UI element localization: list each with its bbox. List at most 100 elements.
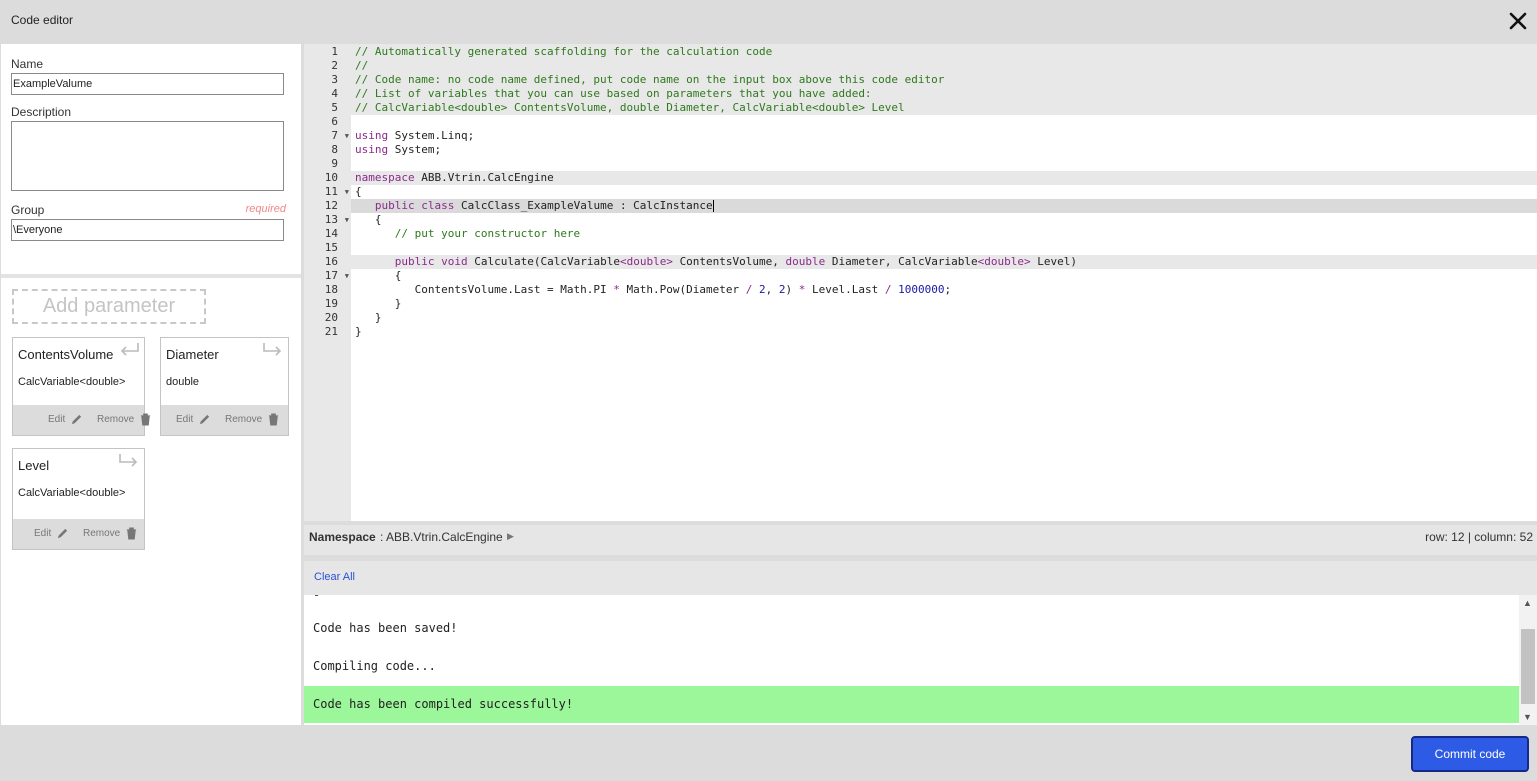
- code-line: using System;: [355, 143, 442, 156]
- commit-code-button[interactable]: Commit code: [1411, 736, 1529, 772]
- description-label: Description: [11, 105, 72, 119]
- output-message: -: [313, 595, 321, 602]
- line-number: 2: [331, 59, 338, 72]
- line-number: 5: [331, 101, 338, 114]
- code-line: //: [355, 59, 369, 72]
- fold-arrow-icon[interactable]: ▼: [345, 185, 349, 199]
- fold-arrow-icon[interactable]: ▼: [345, 269, 349, 283]
- scrollbar-thumb[interactable]: [1521, 629, 1535, 704]
- code-line: using System.Linq;: [355, 129, 475, 142]
- code-line: }: [355, 325, 362, 338]
- code-line: // List of variables that you can use ba…: [355, 87, 872, 100]
- line-number: 8: [331, 143, 338, 156]
- group-input[interactable]: [11, 219, 284, 241]
- editor-status-bar: Namespace : ABB.Vtrin.CalcEngine ▶ row: …: [304, 525, 1537, 555]
- code-line: public class CalcClass_ExampleValume : C…: [374, 199, 714, 212]
- output-scrollbar[interactable]: ▲ ▼: [1519, 595, 1537, 725]
- add-parameter-button[interactable]: Add parameter: [12, 289, 206, 324]
- code-editor[interactable]: 1 2 3 4 5 6 7 ▼ 8 9 10 11 ▼ 12 13 ▼ 14 15 1…: [304, 44, 1537, 521]
- trash-icon: [127, 527, 137, 540]
- clear-all-link[interactable]: Clear All: [314, 571, 355, 583]
- code-text-area[interactable]: // Automatically generated scaffolding f…: [351, 44, 1537, 521]
- dialog-title: Code editor: [11, 13, 74, 27]
- output-toolbar: Clear All: [304, 561, 1537, 595]
- success-message: Code has been compiled successfully!: [304, 686, 1519, 723]
- parameter-name: Level: [18, 458, 50, 473]
- parameter-card-level: Level CalcVariable<double> Edit Remove: [12, 448, 145, 550]
- code-line: }: [374, 311, 382, 324]
- pencil-icon: [200, 414, 210, 425]
- parameter-type: CalcVariable<double>: [18, 487, 126, 499]
- line-number: 15: [324, 241, 338, 254]
- chevron-right-icon[interactable]: ▶: [507, 531, 514, 542]
- code-line: // Code name: no code name defined, put …: [355, 73, 945, 86]
- text-cursor: [712, 200, 714, 212]
- code-line: // Automatically generated scaffolding f…: [355, 45, 773, 58]
- cursor-position: row: 12 | column: 52: [1425, 530, 1533, 544]
- remove-button[interactable]: Remove: [97, 413, 152, 426]
- line-number: 6: [331, 115, 338, 128]
- output-message: Code has been saved!: [313, 621, 458, 635]
- output-arrow-icon: [120, 343, 139, 356]
- parameter-actions: Edit Remove: [161, 405, 288, 435]
- trash-icon: [141, 413, 151, 426]
- code-line: {: [394, 269, 402, 282]
- description-textarea[interactable]: [11, 121, 284, 191]
- pencil-icon: [58, 528, 68, 539]
- code-line: {: [374, 213, 382, 226]
- code-line: // put your constructor here: [394, 227, 581, 240]
- line-number: 19: [324, 297, 338, 310]
- remove-label: Remove: [97, 414, 135, 425]
- remove-button[interactable]: Remove: [83, 527, 138, 540]
- scroll-down-icon[interactable]: ▼: [1523, 712, 1532, 722]
- edit-button[interactable]: Edit: [34, 527, 69, 540]
- parameter-actions: Edit Remove: [13, 405, 151, 435]
- code-line: public void Calculate(CalcVariable<doubl…: [394, 255, 1077, 268]
- name-input[interactable]: [11, 73, 284, 95]
- remove-button[interactable]: Remove: [225, 413, 280, 426]
- properties-panel: Name Description Group required Add para…: [1, 44, 301, 725]
- line-number: 20: [324, 311, 338, 324]
- parameter-name: Diameter: [166, 347, 219, 362]
- line-number: 10: [324, 171, 338, 184]
- namespace-value: : ABB.Vtrin.CalcEngine: [380, 530, 503, 544]
- line-number: 11 ▼: [324, 185, 349, 199]
- code-line: ContentsVolume.Last = Math.PI * Math.Pow…: [414, 283, 952, 296]
- edit-button[interactable]: Edit: [48, 413, 83, 426]
- code-line: // CalcVariable<double> ContentsVolume, …: [355, 101, 905, 114]
- code-line: {: [355, 185, 362, 198]
- dialog-footer: [0, 725, 1537, 781]
- line-number: 18: [324, 283, 338, 296]
- fold-arrow-icon[interactable]: ▼: [345, 129, 349, 143]
- line-number: 1: [331, 45, 338, 58]
- line-number-gutter: 1 2 3 4 5 6 7 ▼ 8 9 10 11 ▼ 12 13 ▼ 14 15 1…: [304, 44, 351, 521]
- fold-arrow-icon[interactable]: ▼: [345, 213, 349, 227]
- remove-label: Remove: [83, 528, 121, 539]
- line-number: 9: [331, 157, 338, 170]
- edit-label: Edit: [34, 528, 52, 539]
- parameter-type: double: [166, 376, 200, 388]
- name-label: Name: [11, 57, 44, 71]
- edit-button[interactable]: Edit: [176, 413, 211, 426]
- line-number: 3: [331, 73, 338, 86]
- line-number: 14: [324, 227, 338, 240]
- scroll-up-icon[interactable]: ▲: [1523, 598, 1532, 608]
- line-number: 4: [331, 87, 338, 100]
- code-line: namespace ABB.Vtrin.CalcEngine: [355, 171, 554, 184]
- parameter-name: ContentsVolume: [18, 347, 114, 362]
- remove-label: Remove: [225, 414, 263, 425]
- close-icon[interactable]: [1507, 10, 1529, 32]
- dialog-header: Code editor: [0, 0, 1537, 44]
- pencil-icon: [72, 414, 82, 425]
- parameter-type: CalcVariable<double>: [18, 376, 126, 388]
- input-arrow-icon: [119, 454, 138, 467]
- section-divider: [1, 274, 301, 278]
- line-number: 17 ▼: [324, 269, 349, 283]
- edit-label: Edit: [176, 414, 194, 425]
- code-line: }: [394, 297, 402, 310]
- output-message: Compiling code...: [313, 659, 436, 673]
- group-label: Group: [11, 203, 45, 217]
- trash-icon: [269, 413, 279, 426]
- line-number: 12: [324, 199, 338, 212]
- output-console: - Code has been saved! Compiling code...…: [304, 595, 1519, 725]
